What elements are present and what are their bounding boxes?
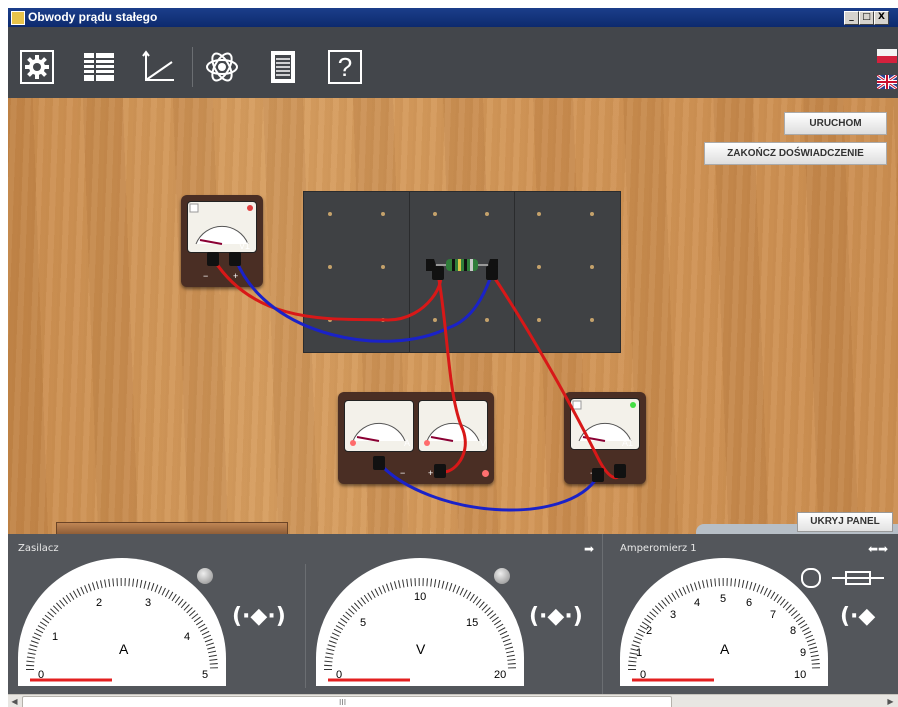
- flag-pl-icon[interactable]: [877, 49, 897, 63]
- unit-label: V: [416, 641, 426, 657]
- graph-icon[interactable]: [142, 50, 176, 84]
- tick-label: 9: [800, 647, 806, 659]
- tick-label: 5: [202, 669, 208, 681]
- current-knob-icon[interactable]: (·◆·): [232, 604, 286, 629]
- workbench: URUCHOM ZAKOŃCZ DOŚWIADCZENIE V1 − + A V…: [8, 98, 898, 536]
- tick-label: 5: [720, 593, 726, 605]
- tick-label: 1: [636, 647, 642, 659]
- window-title: Obwody prądu stałego: [28, 10, 158, 24]
- maximize-button[interactable]: □: [859, 11, 874, 25]
- tick-label: 10: [414, 591, 426, 603]
- indicator-lamp: [494, 568, 510, 584]
- tick-label: 4: [694, 597, 700, 609]
- panel-divider: [602, 534, 603, 694]
- scroll-right-icon[interactable]: ▶: [885, 696, 896, 707]
- app-icon: [11, 11, 25, 25]
- radio-toggle[interactable]: [801, 568, 821, 588]
- arrow-right-icon[interactable]: ➡: [584, 542, 594, 556]
- scroll-thumb[interactable]: III: [22, 696, 672, 707]
- unit-label: A: [720, 641, 730, 657]
- scroll-grip: III: [339, 698, 347, 707]
- tick-label: 5: [360, 617, 366, 629]
- notes-icon[interactable]: [266, 50, 300, 84]
- close-button[interactable]: X: [874, 11, 889, 25]
- tick-label: 2: [646, 625, 652, 637]
- atom-icon[interactable]: [205, 50, 239, 84]
- settings-icon[interactable]: [20, 50, 54, 84]
- ammeter-knob-icon[interactable]: (·◆: [840, 604, 875, 629]
- flag-en-icon[interactable]: [877, 75, 897, 89]
- tick-label: 6: [746, 597, 752, 609]
- tick-label: 0: [640, 669, 646, 681]
- tick-label: 20: [494, 669, 506, 681]
- wires[interactable]: [8, 98, 898, 534]
- app-window: Obwody prądu stałego _ □ X ? URUCHOM ZAK…: [8, 8, 898, 707]
- tick-label: 4: [184, 631, 190, 643]
- horizontal-scrollbar[interactable]: ◀ III ▶: [8, 694, 898, 707]
- tick-label: 15: [466, 617, 478, 629]
- tick-label: 7: [770, 609, 776, 621]
- tick-label: 3: [670, 609, 676, 621]
- tick-label: 8: [790, 625, 796, 637]
- indicator-lamp: [197, 568, 213, 584]
- hide-panel-button[interactable]: UKRYJ PANEL: [797, 512, 893, 532]
- tick-label: 0: [38, 669, 44, 681]
- tick-label: 3: [145, 597, 151, 609]
- scroll-left-icon[interactable]: ◀: [9, 696, 20, 707]
- fuse-icon[interactable]: [832, 568, 884, 588]
- control-panel: Zasilacz Amperomierz 1 ➡ ⬅➡ 0 1 2 3 4 5 …: [8, 534, 898, 694]
- tick-label: 1: [52, 631, 58, 643]
- power-supply-title: Zasilacz: [18, 543, 59, 554]
- toolbar-separator: [192, 47, 193, 87]
- title-bar: Obwody prądu stałego _ □ X: [8, 8, 898, 27]
- toolbar: ?: [8, 27, 898, 100]
- help-icon[interactable]: ?: [328, 50, 362, 84]
- panel-divider: [305, 564, 306, 688]
- arrows-left-right-icon[interactable]: ⬅➡: [868, 542, 888, 556]
- minimize-button[interactable]: _: [844, 11, 859, 25]
- tick-label: 2: [96, 597, 102, 609]
- tick-label: 0: [336, 669, 342, 681]
- unit-label: A: [119, 641, 129, 657]
- voltage-knob-icon[interactable]: (·◆·): [529, 604, 583, 629]
- tick-label: 10: [794, 669, 806, 681]
- table-icon[interactable]: [82, 50, 116, 84]
- ammeter-panel-title: Amperomierz 1: [620, 543, 697, 554]
